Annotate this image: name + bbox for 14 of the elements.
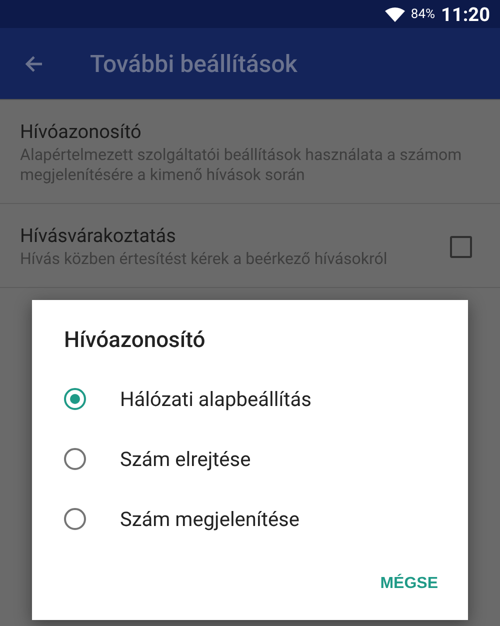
radio-button[interactable] (64, 508, 86, 530)
battery-level: 84% (410, 6, 436, 22)
clock: 11:20 (441, 2, 490, 26)
setting-title: Hívóazonosító (20, 120, 142, 143)
checkbox[interactable] (450, 236, 472, 258)
screen-title: További beállítások (90, 50, 298, 78)
wifi-icon (384, 6, 405, 22)
radio-button[interactable] (64, 448, 86, 470)
setting-title: Hívásvárakoztatás (20, 224, 177, 247)
radio-button[interactable] (64, 388, 86, 410)
option-label[interactable]: Hálózati alapbeállítás (120, 387, 312, 411)
option-label[interactable]: Szám elrejtése (120, 447, 251, 471)
dialog-title: Hívóazonosító (64, 328, 206, 353)
option-label[interactable]: Szám megjelenítése (120, 507, 300, 531)
